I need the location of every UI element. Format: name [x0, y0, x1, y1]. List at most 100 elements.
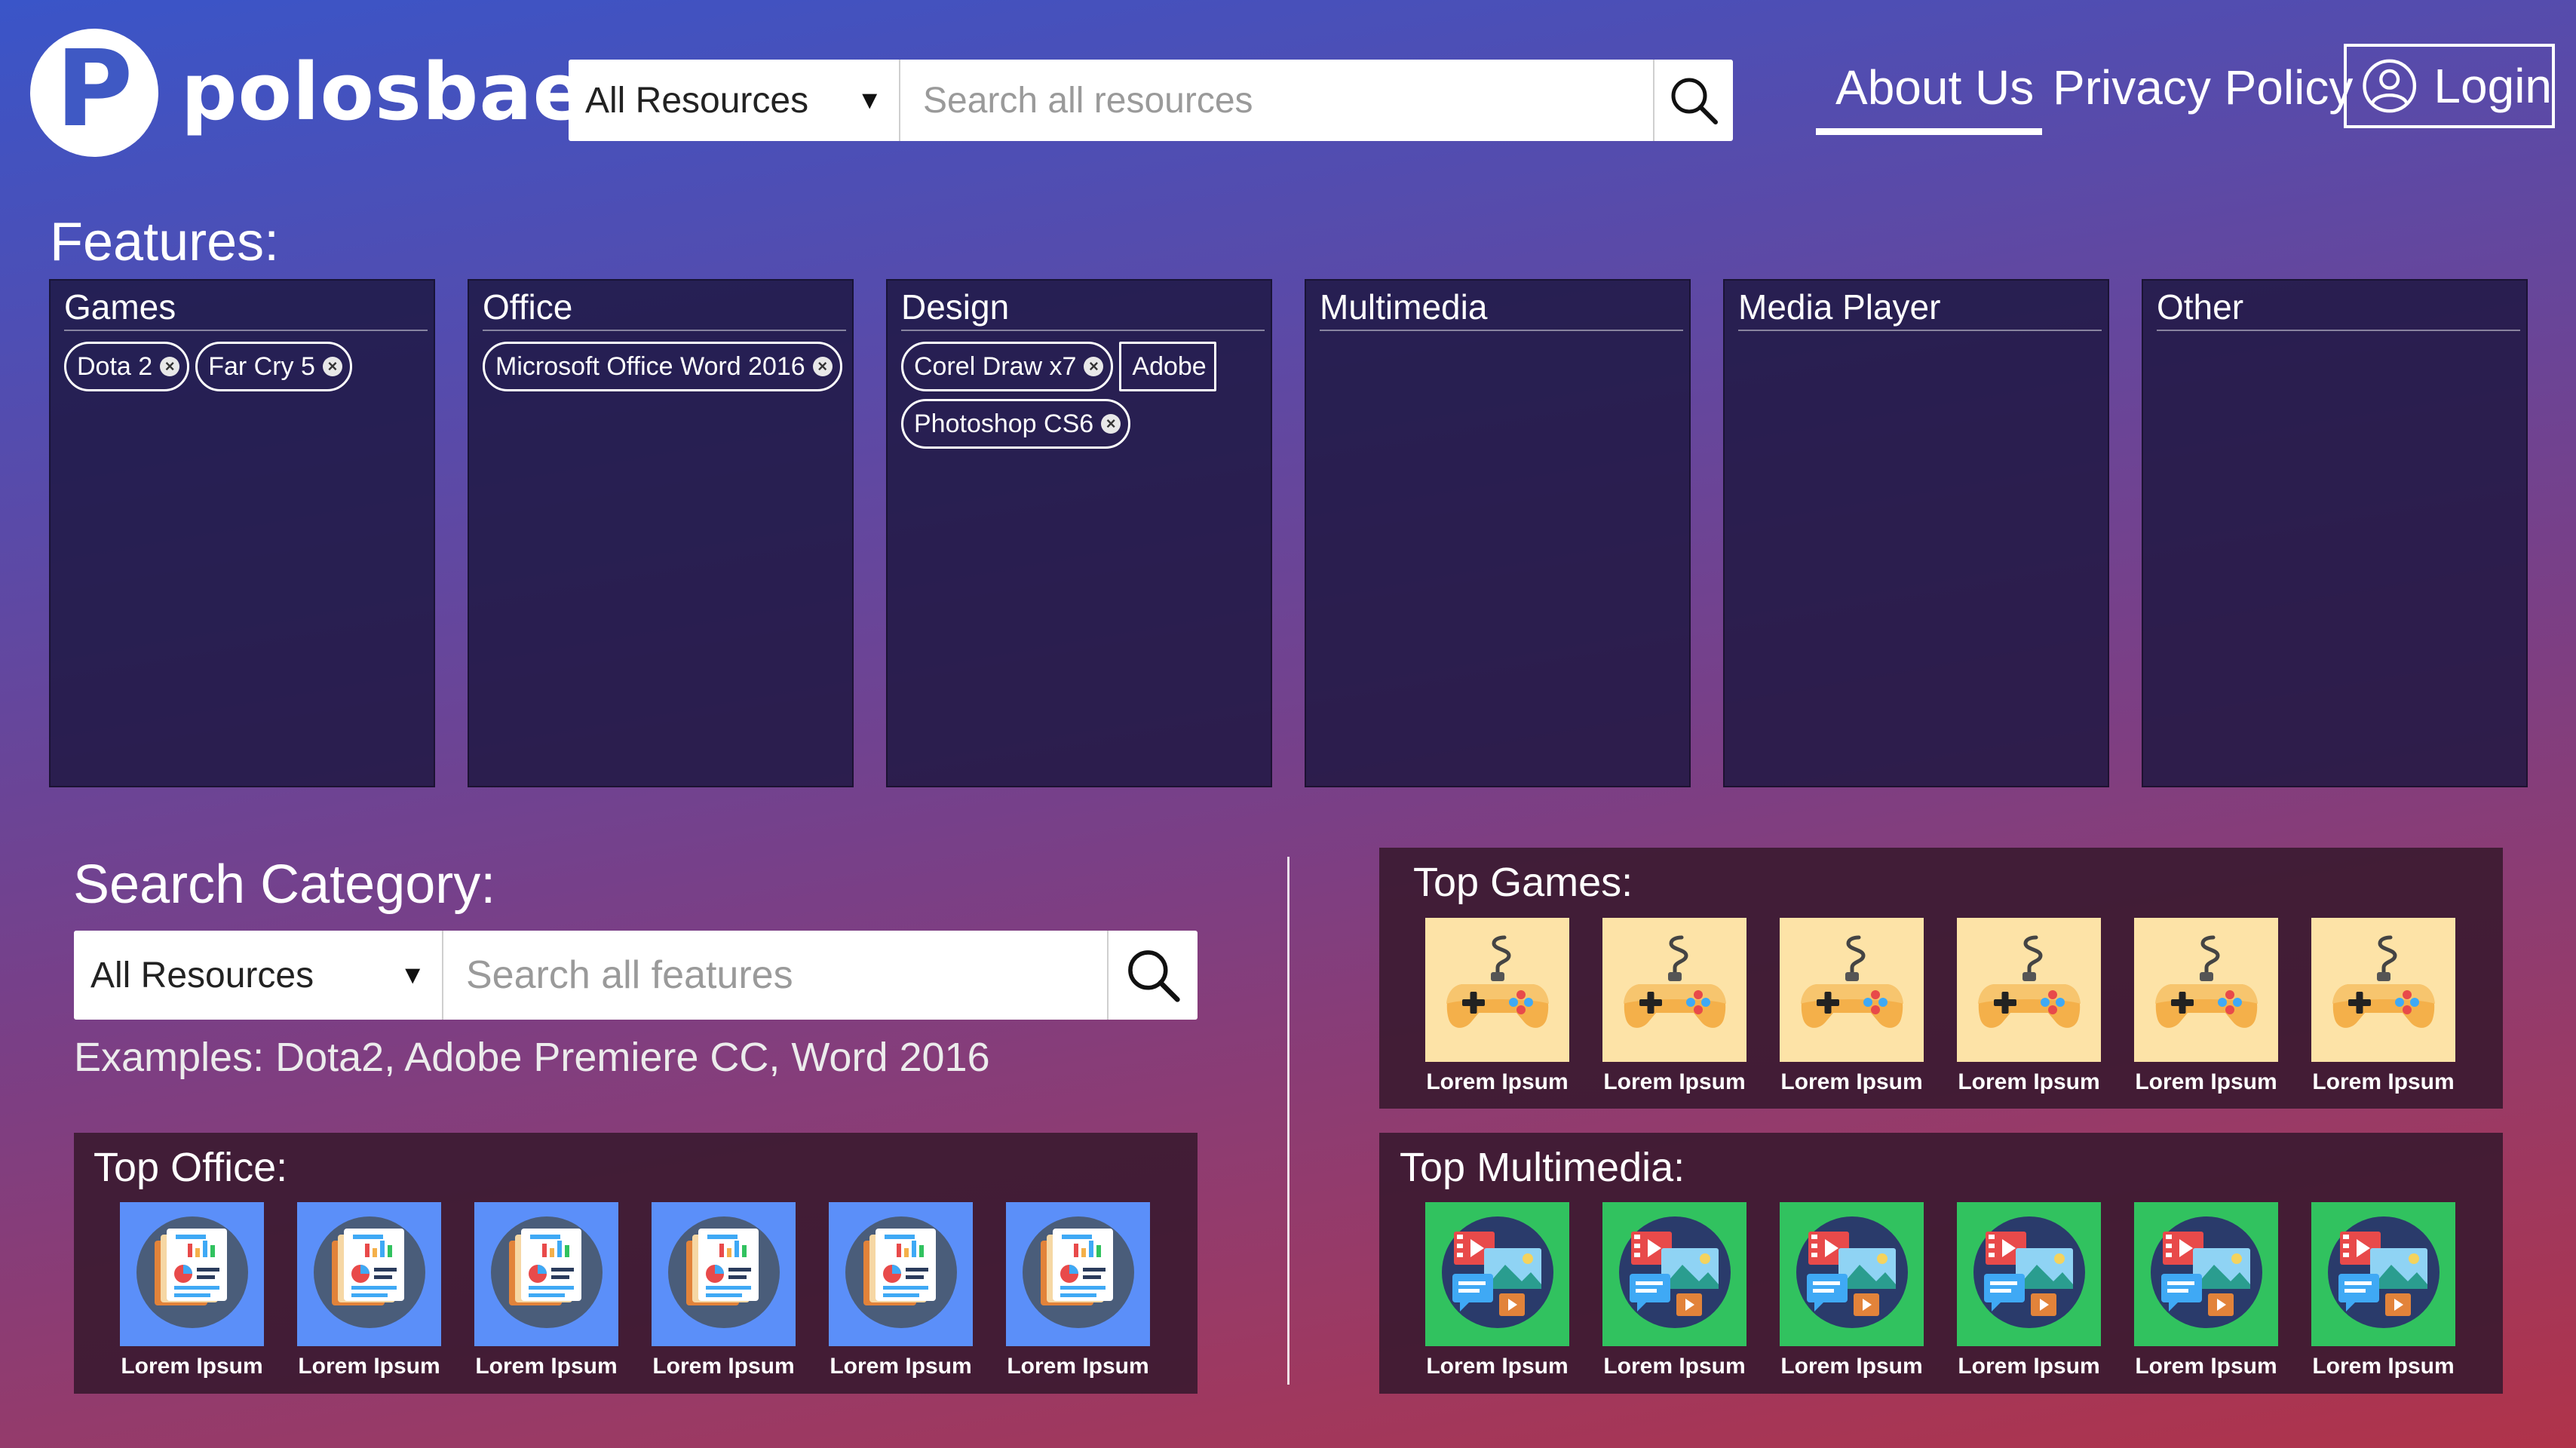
app-tile-label: Lorem Ipsum [1958, 1069, 2100, 1094]
app-tile[interactable]: Lorem Ipsum [1957, 918, 2101, 1095]
feature-card-office: Office Microsoft Office Word 2016 × [468, 279, 854, 787]
feature-card-other: Other [2142, 279, 2528, 787]
app-tile[interactable]: Lorem Ipsum [1957, 1202, 2101, 1379]
feature-search-input[interactable] [443, 931, 1107, 1020]
multimedia-icon [1615, 1212, 1735, 1336]
app-thumbnail [474, 1202, 618, 1346]
app-tile-label: Lorem Ipsum [652, 1354, 795, 1379]
logo[interactable]: P [30, 29, 158, 157]
app-thumbnail [2134, 1202, 2278, 1346]
app-tile[interactable]: Lorem Ipsum [652, 1202, 796, 1379]
feature-card-title: Office [483, 287, 846, 332]
app-tile[interactable]: Lorem Ipsum [120, 1202, 264, 1379]
app-tile[interactable]: Lorem Ipsum [1425, 918, 1569, 1095]
brand-name[interactable]: polosbae [181, 45, 587, 140]
app-tile[interactable]: Lorem Ipsum [1780, 1202, 1924, 1379]
app-tile[interactable]: Lorem Ipsum [474, 1202, 618, 1379]
feature-chip[interactable]: Dota 2 × [64, 342, 190, 392]
login-button[interactable]: Login [2344, 44, 2555, 128]
app-tile-label: Lorem Ipsum [1007, 1354, 1149, 1379]
app-tile[interactable]: Lorem Ipsum [2134, 1202, 2278, 1379]
multimedia-icon [2146, 1212, 2267, 1336]
office-document-icon [309, 1212, 430, 1336]
app-tile-label: Lorem Ipsum [2312, 1069, 2455, 1094]
feature-chip[interactable]: Microsoft Office Word 2016 × [483, 342, 842, 392]
feature-card-media-player: Media Player [1723, 279, 2109, 787]
gamepad-icon [2327, 931, 2440, 1048]
dropdown-arrow-icon: ▼ [857, 85, 882, 115]
app-tile[interactable]: Lorem Ipsum [1780, 918, 1924, 1095]
office-document-icon [132, 1212, 253, 1336]
feature-chip[interactable]: Corel Draw x7 × [901, 342, 1114, 392]
app-tile[interactable]: Lorem Ipsum [829, 1202, 973, 1379]
app-thumbnail [120, 1202, 264, 1346]
app-thumbnail [1425, 918, 1569, 1062]
chip-label: Microsoft Office Word 2016 [495, 351, 805, 381]
app-tile-label: Lorem Ipsum [298, 1354, 440, 1379]
remove-chip-icon[interactable]: × [1084, 357, 1104, 377]
remove-chip-icon[interactable]: × [322, 357, 342, 377]
search-button[interactable] [1653, 60, 1733, 141]
remove-chip-icon[interactable]: × [1101, 414, 1121, 434]
resource-type-select[interactable]: All Resources ▼ [569, 60, 900, 141]
app-thumbnail [652, 1202, 796, 1346]
app-tile-label: Lorem Ipsum [2135, 1069, 2277, 1094]
app-tile-label: Lorem Ipsum [1958, 1354, 2100, 1379]
remove-chip-icon[interactable]: × [160, 357, 180, 377]
feature-chip[interactable]: Far Cry 5 × [195, 342, 352, 392]
app-tile[interactable]: Lorem Ipsum [1602, 918, 1746, 1095]
category-select[interactable]: All Resources ▼ [74, 931, 443, 1020]
top-games-title: Top Games: [1413, 860, 1633, 905]
app-tile-label: Lorem Ipsum [2135, 1354, 2277, 1379]
feature-card-games: Games Dota 2 × Far Cry 5 × [49, 279, 435, 787]
app-tile[interactable]: Lorem Ipsum [2134, 918, 2278, 1095]
app-thumbnail [1957, 918, 2101, 1062]
office-document-icon [841, 1212, 961, 1336]
resource-search-input[interactable] [900, 60, 1653, 141]
app-tile[interactable]: Lorem Ipsum [297, 1202, 441, 1379]
app-tile[interactable]: Lorem Ipsum [2311, 918, 2455, 1095]
vertical-divider [1287, 857, 1290, 1385]
multimedia-icon [1969, 1212, 2090, 1336]
feature-card-design: Design Corel Draw x7 × Adobe Photoshop CS… [886, 279, 1272, 787]
app-tile[interactable]: Lorem Ipsum [1425, 1202, 1569, 1379]
app-thumbnail [829, 1202, 973, 1346]
app-thumbnail [1425, 1202, 1569, 1346]
top-games-list: Lorem Ipsum Lorem Ipsum Lorem Ipsum Lorem I… [1425, 918, 2455, 1095]
nav-about-us[interactable]: About Us [1835, 59, 2034, 117]
resource-type-select-value: All Resources [585, 80, 809, 121]
app-tile-label: Lorem Ipsum [1426, 1354, 1569, 1379]
feature-card-multimedia: Multimedia [1305, 279, 1691, 787]
app-thumbnail [297, 1202, 441, 1346]
search-category-title: Search Category: [73, 854, 496, 915]
search-icon [1671, 78, 1718, 124]
top-office-title: Top Office: [94, 1145, 288, 1190]
app-tile-label: Lorem Ipsum [1780, 1354, 1923, 1379]
app-tile[interactable]: Lorem Ipsum [1602, 1202, 1746, 1379]
search-icon [1128, 950, 1180, 1002]
multimedia-icon [1437, 1212, 1558, 1336]
feature-card-title: Media Player [1738, 287, 2102, 332]
chip-label: Adobe [1132, 351, 1207, 381]
gamepad-icon [1973, 931, 2086, 1048]
feature-chip[interactable]: Photoshop CS6 × [901, 399, 1131, 449]
app-thumbnail [2311, 1202, 2455, 1346]
nav-privacy-policy[interactable]: Privacy Policy [2053, 59, 2353, 117]
app-tile-label: Lorem Ipsum [475, 1354, 618, 1379]
chip-label: Dota 2 [77, 351, 153, 381]
features-title: Features: [50, 212, 280, 272]
app-tile[interactable]: Lorem Ipsum [2311, 1202, 2455, 1379]
gamepad-icon [1618, 931, 1731, 1048]
app-tile[interactable]: Lorem Ipsum [1006, 1202, 1150, 1379]
feature-chip[interactable]: Adobe [1119, 342, 1216, 392]
remove-chip-icon[interactable]: × [812, 357, 833, 377]
user-icon [2363, 59, 2417, 113]
category-search-button[interactable] [1107, 931, 1198, 1020]
feature-card-title: Games [64, 287, 428, 332]
office-document-icon [486, 1212, 607, 1336]
app-tile-label: Lorem Ipsum [1603, 1354, 1746, 1379]
multimedia-icon [1792, 1212, 1912, 1336]
category-select-value: All Resources [90, 955, 314, 996]
chip-label: Corel Draw x7 [914, 351, 1077, 381]
feature-card-title: Multimedia [1320, 287, 1683, 332]
